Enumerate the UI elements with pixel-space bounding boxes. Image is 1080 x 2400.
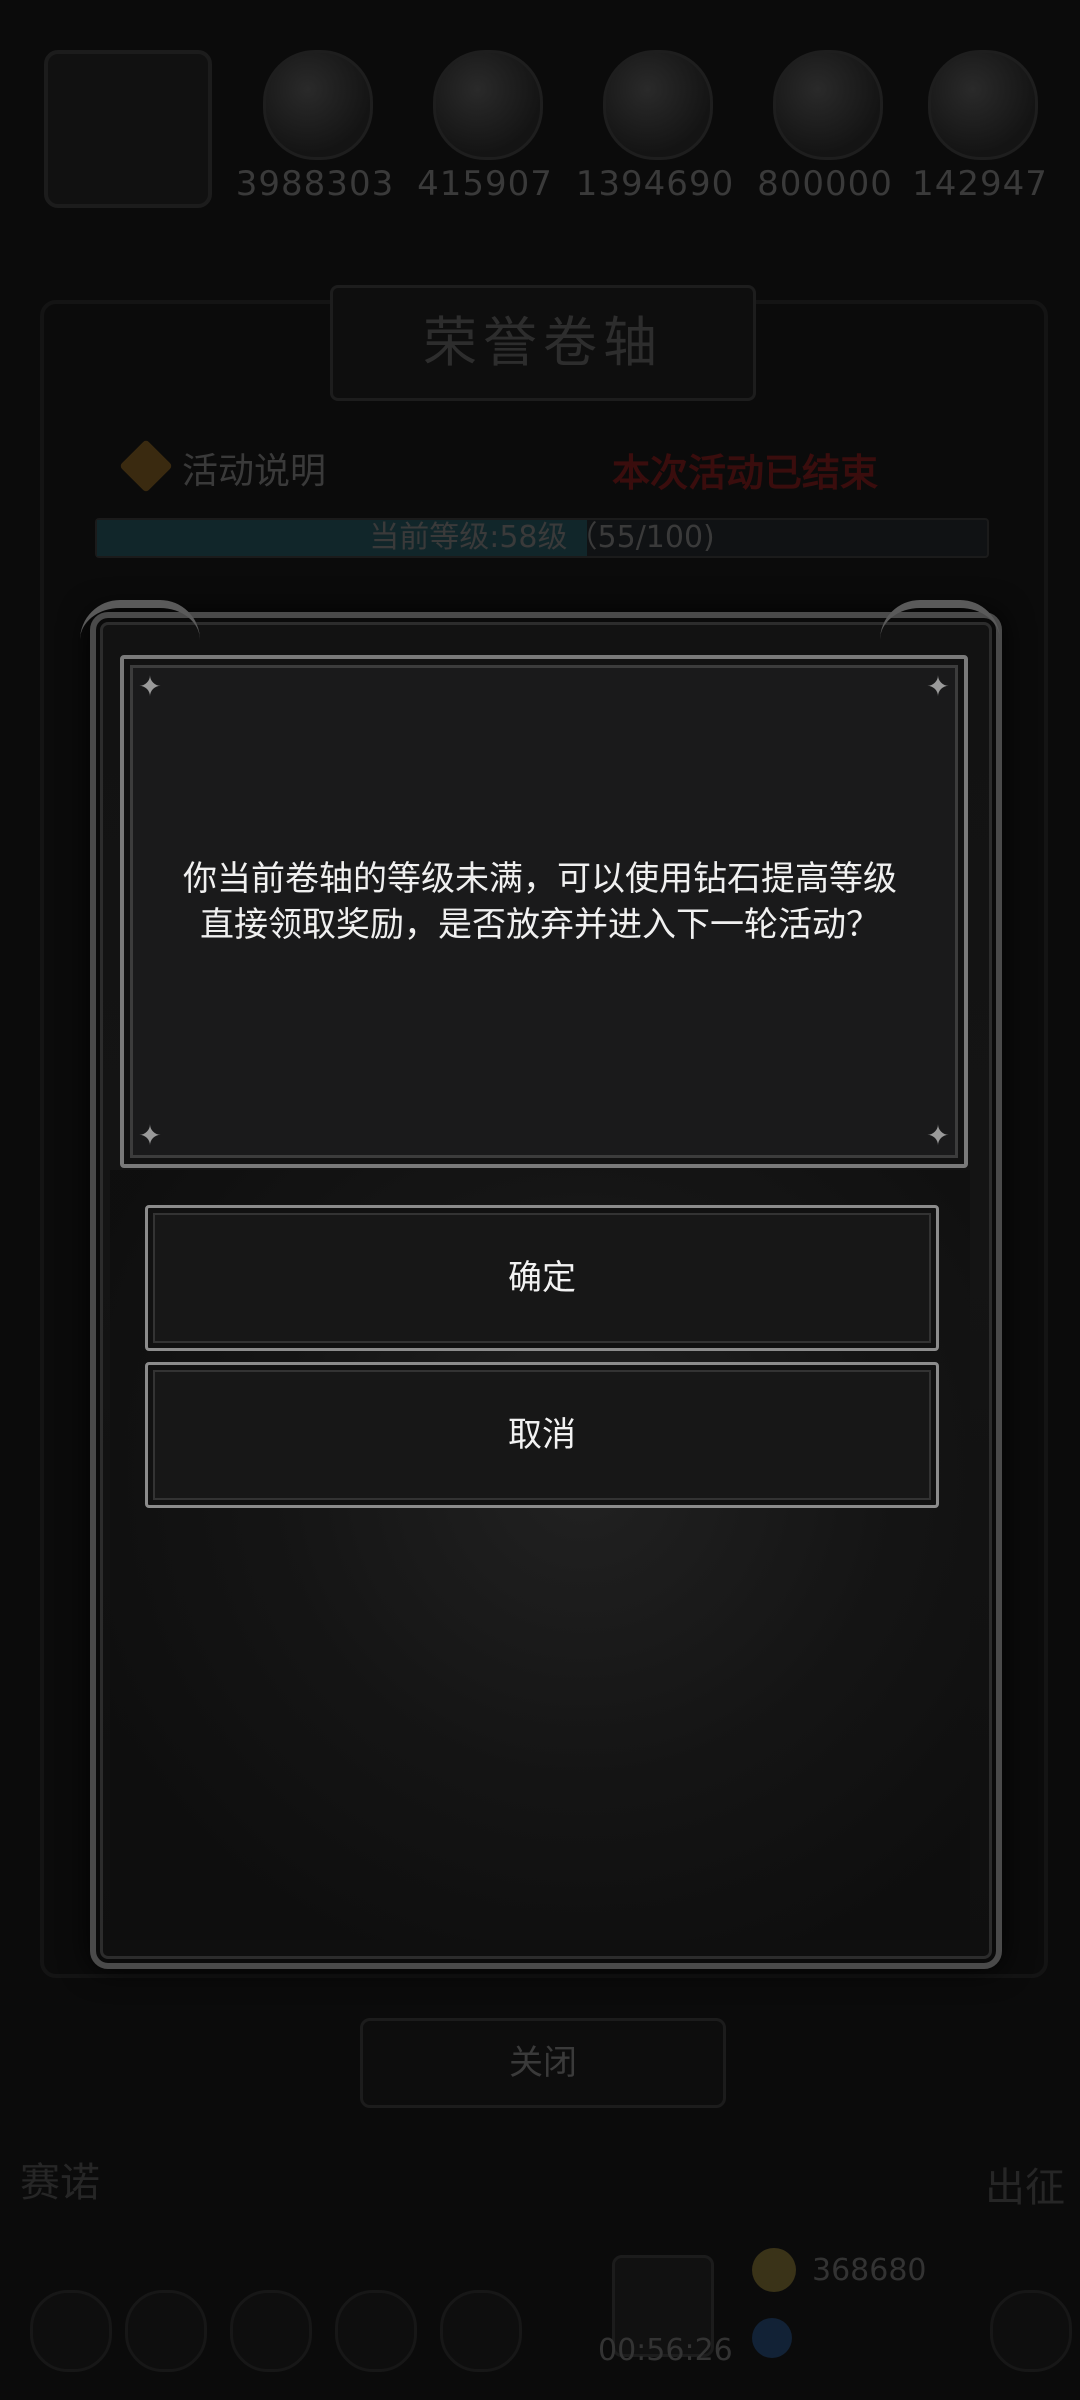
gem-icon <box>752 2318 792 2358</box>
resource-item: 415907 <box>417 46 552 216</box>
level-progress-text: 当前等级:58级（55/100) <box>369 520 715 555</box>
nav-icon <box>990 2290 1072 2372</box>
resource-value: 415907 <box>417 164 553 204</box>
resource-item: 3988303 <box>236 46 393 216</box>
resource-value: 3988303 <box>235 164 395 204</box>
activity-status: 本次活动已结束 <box>612 451 879 495</box>
resource-item: 142947 <box>912 46 1047 216</box>
nav-icon <box>230 2290 312 2372</box>
star-ornament-icon: ✦ <box>926 1119 950 1152</box>
nav-icon <box>30 2290 112 2372</box>
confirm-button[interactable]: 确定 <box>145 1205 939 1351</box>
nav-icon <box>125 2290 207 2372</box>
chest-timer: 00:56:26 <box>598 2333 733 2368</box>
resource-value: 800000 <box>757 164 893 204</box>
nav-icon <box>440 2290 522 2372</box>
crystal-icon <box>773 50 883 160</box>
food-icon <box>433 50 543 160</box>
star-ornament-icon: ✦ <box>926 670 950 703</box>
nav-icon <box>335 2290 417 2372</box>
side-label-right: 出征 <box>985 2165 1065 2211</box>
resource-bar: 3988303 415907 1394690 800000 142947 <box>40 46 1047 216</box>
side-label-left: 赛诺 <box>20 2160 100 2206</box>
star-ornament-icon: ✦ <box>138 1119 162 1152</box>
panel-title: 荣誉卷轴 <box>330 285 756 401</box>
wood-icon <box>603 50 713 160</box>
coin-value: 368680 <box>812 2253 927 2288</box>
activity-info-link: 活动说明 <box>182 451 327 492</box>
resource-item: 800000 <box>757 46 892 216</box>
coin-icon <box>752 2248 796 2292</box>
stone-icon <box>928 50 1038 160</box>
gold-icon <box>263 50 373 160</box>
panel-close-button: 关闭 <box>360 2018 726 2108</box>
bottom-nav <box>30 2290 1072 2380</box>
resource-value: 142947 <box>912 164 1048 204</box>
resource-item: 1394690 <box>576 46 733 216</box>
star-ornament-icon: ✦ <box>138 670 162 703</box>
level-progress-bar: 当前等级:58级（55/100) <box>95 518 989 558</box>
resource-value: 1394690 <box>575 164 735 204</box>
dialog-message: 你当前卷轴的等级未满，可以使用钻石提高等级直接领取奖励，是否放弃并进入下一轮活动… <box>183 859 897 945</box>
cancel-button[interactable]: 取消 <box>145 1362 939 1508</box>
